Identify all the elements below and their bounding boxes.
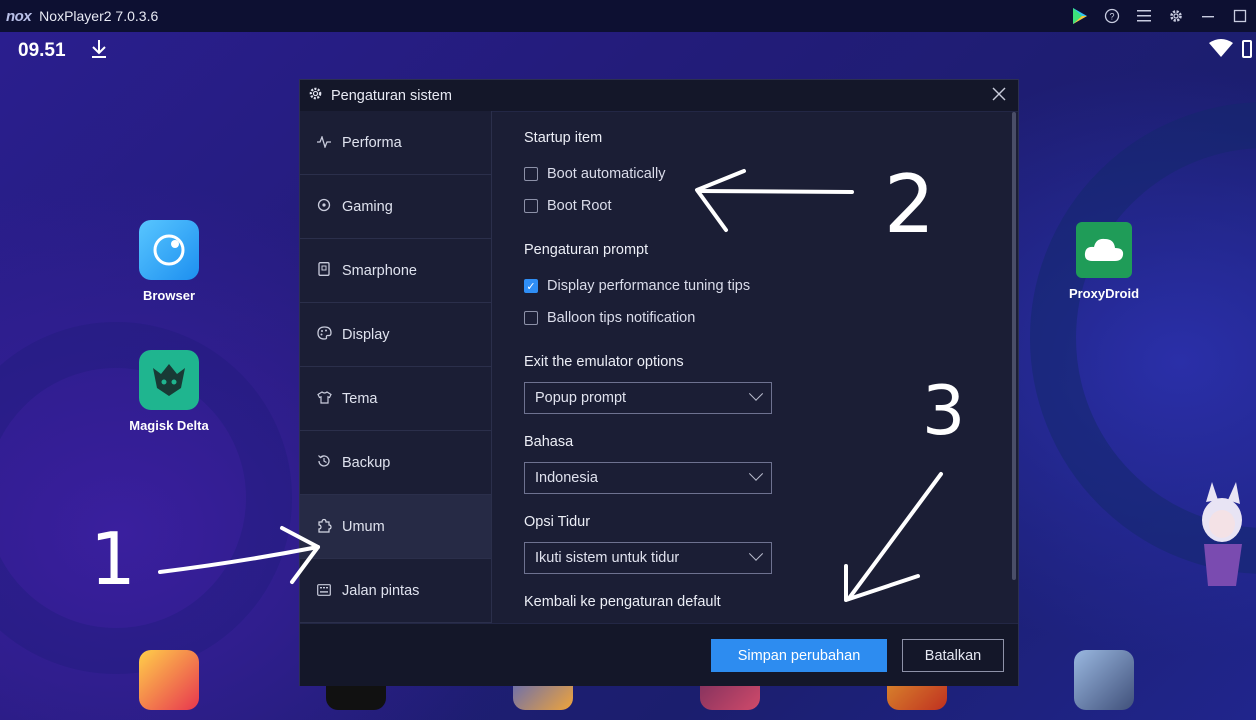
settings-content: Startup item Boot automatically Boot Roo… bbox=[492, 111, 1006, 623]
play-store-icon[interactable] bbox=[1064, 0, 1096, 32]
sidebar-item-label: Smarphone bbox=[342, 262, 417, 279]
sidebar-item-jalan-pintas[interactable]: Jalan pintas bbox=[300, 559, 491, 623]
window-title: NoxPlayer2 7.0.3.6 bbox=[39, 8, 159, 24]
window-controls: ? bbox=[1064, 0, 1256, 32]
sidebar-item-umum[interactable]: Umum bbox=[300, 495, 491, 559]
minimize-icon[interactable] bbox=[1192, 0, 1224, 32]
checkbox-box[interactable]: ✓ bbox=[524, 279, 538, 293]
title-bar: nox NoxPlayer2 7.0.3.6 ? bbox=[0, 0, 1256, 32]
sidebar-item-display[interactable]: Display bbox=[300, 303, 491, 367]
cancel-button[interactable]: Batalkan bbox=[902, 639, 1004, 672]
sidebar-item-label: Performa bbox=[342, 134, 402, 151]
svg-text:?: ? bbox=[1109, 12, 1114, 22]
sidebar-item-label: Jalan pintas bbox=[342, 582, 420, 599]
browser-icon bbox=[139, 220, 199, 280]
sidebar-item-smarphone[interactable]: Smarphone bbox=[300, 239, 491, 303]
select-exit-options[interactable]: Popup prompt bbox=[524, 382, 772, 414]
app-proxydroid[interactable]: ProxyDroid bbox=[1054, 222, 1154, 301]
select-sleep-option[interactable]: Ikuti sistem untuk tidur bbox=[524, 542, 772, 574]
sidebar-item-label: Backup bbox=[342, 454, 391, 471]
sidebar-item-performa[interactable]: Performa bbox=[300, 111, 491, 175]
download-icon bbox=[90, 38, 108, 66]
app-label: Magisk Delta bbox=[129, 418, 209, 433]
dialog-title: Pengaturan sistem bbox=[331, 87, 452, 104]
phone-icon bbox=[316, 262, 332, 279]
dialog-header: Pengaturan sistem bbox=[300, 80, 1018, 112]
select-value: Ikuti sistem untuk tidur bbox=[535, 550, 680, 566]
palette-icon bbox=[316, 326, 332, 343]
app-label: Browser bbox=[142, 288, 196, 303]
checkbox-box[interactable] bbox=[524, 167, 538, 181]
sidebar-item-backup[interactable]: Backup bbox=[300, 431, 491, 495]
nox-logo: nox bbox=[6, 7, 32, 25]
keyboard-icon bbox=[316, 583, 332, 599]
section-title-startup: Startup item bbox=[524, 130, 603, 146]
chevron-down-icon bbox=[748, 466, 764, 481]
chevron-down-icon bbox=[748, 386, 764, 401]
checkbox-performance-tips[interactable]: ✓ Display performance tuning tips bbox=[524, 278, 750, 294]
checkbox-label: Boot automatically bbox=[547, 166, 666, 182]
checkbox-boot-root[interactable]: Boot Root bbox=[524, 198, 612, 214]
save-changes-button[interactable]: Simpan perubahan bbox=[711, 639, 887, 672]
label-language: Bahasa bbox=[524, 434, 574, 450]
gear-icon bbox=[308, 86, 323, 106]
app-browser[interactable]: Browser bbox=[119, 220, 219, 303]
close-icon[interactable] bbox=[988, 84, 1010, 107]
chevron-down-icon bbox=[748, 546, 764, 561]
settings-icon[interactable] bbox=[1160, 0, 1192, 32]
status-time: 09.51 bbox=[18, 40, 66, 61]
sidebar-item-label: Umum bbox=[342, 518, 385, 535]
reset-defaults-link[interactable]: Kembali ke pengaturan default bbox=[524, 594, 721, 610]
app-label: ProxyDroid bbox=[1068, 286, 1140, 301]
battery-icon bbox=[1242, 40, 1252, 58]
settings-dialog: Pengaturan sistem Performa Gaming Smarph… bbox=[299, 79, 1019, 686]
puzzle-icon bbox=[316, 518, 332, 536]
checkbox-label: Boot Root bbox=[547, 198, 612, 214]
select-value: Popup prompt bbox=[535, 390, 627, 406]
scrollbar[interactable] bbox=[1012, 112, 1016, 580]
checkbox-box[interactable] bbox=[524, 311, 538, 325]
help-icon[interactable]: ? bbox=[1096, 0, 1128, 32]
dialog-footer: Simpan perubahan Batalkan bbox=[300, 623, 1018, 686]
maximize-icon[interactable] bbox=[1224, 0, 1256, 32]
pulse-icon bbox=[316, 134, 332, 151]
wifi-icon bbox=[1208, 38, 1234, 60]
select-value: Indonesia bbox=[535, 470, 598, 486]
checkbox-balloon-tips[interactable]: Balloon tips notification bbox=[524, 310, 695, 326]
dock-app-domino[interactable] bbox=[139, 650, 199, 710]
checkbox-box[interactable] bbox=[524, 199, 538, 213]
sidebar-item-tema[interactable]: Tema bbox=[300, 367, 491, 431]
sidebar-item-label: Gaming bbox=[342, 198, 393, 215]
magisk-icon bbox=[139, 350, 199, 410]
shirt-icon bbox=[316, 390, 332, 407]
settings-sidebar: Performa Gaming Smarphone Display Tema B… bbox=[300, 111, 492, 623]
proxydroid-icon bbox=[1076, 222, 1132, 278]
checkbox-label: Balloon tips notification bbox=[547, 310, 696, 326]
menu-icon[interactable] bbox=[1128, 0, 1160, 32]
select-language[interactable]: Indonesia bbox=[524, 462, 772, 494]
sidebar-item-label: Display bbox=[342, 326, 390, 343]
sidebar-item-gaming[interactable]: Gaming bbox=[300, 175, 491, 239]
checkbox-boot-automatically[interactable]: Boot automatically bbox=[524, 166, 665, 182]
label-sleep-option: Opsi Tidur bbox=[524, 514, 591, 530]
floating-assistant[interactable] bbox=[1186, 482, 1252, 594]
app-magisk[interactable]: Magisk Delta bbox=[119, 350, 219, 433]
dock-app[interactable] bbox=[1074, 650, 1134, 710]
checkbox-label: Display performance tuning tips bbox=[547, 278, 751, 294]
history-icon bbox=[316, 454, 332, 471]
sidebar-item-label: Tema bbox=[342, 390, 378, 407]
gamepad-icon bbox=[316, 198, 332, 215]
label-exit-options: Exit the emulator options bbox=[524, 354, 684, 370]
section-title-prompt: Pengaturan prompt bbox=[524, 242, 649, 258]
